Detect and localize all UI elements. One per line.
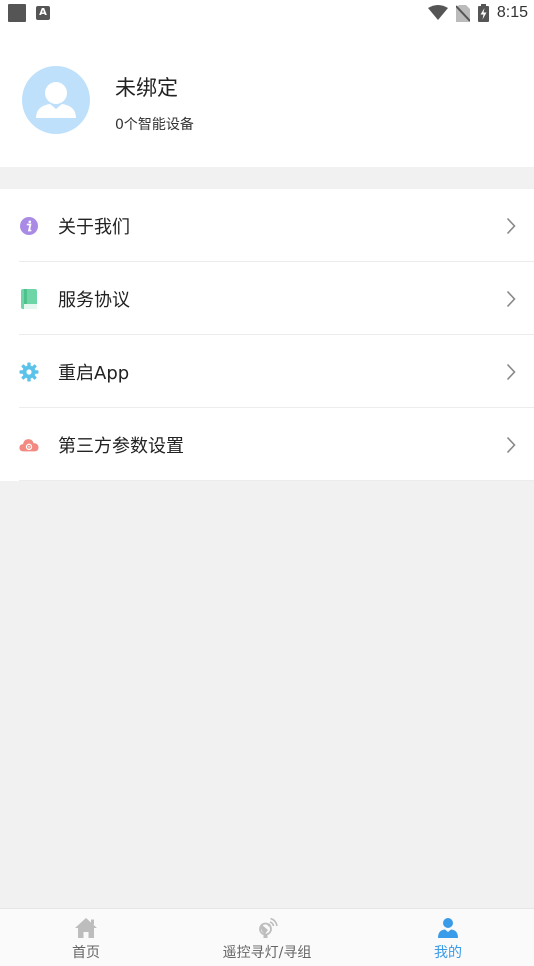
- battery-charging-icon: [477, 4, 489, 22]
- menu-item-label: 重启App: [58, 362, 130, 384]
- notification-square-icon: [8, 4, 26, 22]
- avatar[interactable]: [22, 66, 90, 134]
- nav-item-mine[interactable]: 我的: [362, 909, 534, 966]
- nav-label: 首页: [72, 945, 100, 961]
- menu-item-service-agreement[interactable]: 服务协议: [0, 262, 534, 335]
- nav-item-home[interactable]: 首页: [0, 909, 172, 966]
- menu-item-about[interactable]: 关于我们: [0, 189, 534, 262]
- nav-label: 遥控寻灯/寻组: [222, 945, 312, 961]
- cloud-icon: [19, 435, 39, 455]
- info-icon: [19, 216, 39, 236]
- settings-menu: 关于我们 服务协议 重启App 第三方参数设置: [0, 189, 534, 481]
- bottom-nav: 首页 遥控寻灯/寻组 我的: [0, 908, 534, 966]
- home-icon: [74, 917, 98, 939]
- menu-item-restart-app[interactable]: 重启App: [0, 335, 534, 408]
- status-bar: A 8:15: [0, 0, 534, 26]
- chevron-right-icon: [506, 290, 516, 307]
- wifi-icon: [427, 5, 448, 20]
- menu-item-third-party-settings[interactable]: 第三方参数设置: [0, 408, 534, 481]
- book-icon: [19, 288, 39, 309]
- device-count: 0个智能设备: [115, 117, 194, 133]
- chevron-right-icon: [506, 436, 516, 453]
- menu-item-label: 服务协议: [58, 289, 130, 311]
- keyboard-a-icon: A: [36, 6, 50, 20]
- status-time: 8:15: [496, 4, 528, 21]
- gear-icon: [19, 362, 39, 382]
- remote-icon: [256, 917, 278, 939]
- nav-item-remote-find[interactable]: 遥控寻灯/寻组: [172, 909, 362, 966]
- chevron-right-icon: [506, 217, 516, 234]
- no-sim-icon: [455, 4, 470, 22]
- user-icon: [437, 917, 459, 939]
- menu-item-label: 关于我们: [58, 216, 130, 238]
- user-avatar-icon: [36, 82, 76, 118]
- menu-item-label: 第三方参数设置: [58, 435, 184, 457]
- profile-name: 未绑定: [115, 76, 178, 100]
- profile-header[interactable]: 未绑定 0个智能设备: [0, 26, 534, 167]
- nav-label: 我的: [434, 945, 462, 961]
- chevron-right-icon: [506, 363, 516, 380]
